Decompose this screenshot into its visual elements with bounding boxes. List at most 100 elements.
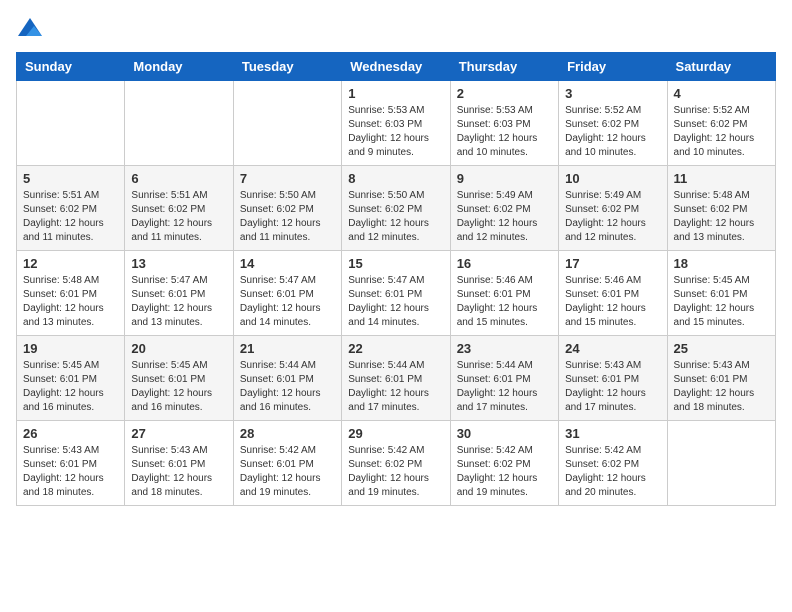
day-number: 11 xyxy=(674,171,769,186)
calendar-cell: 20Sunrise: 5:45 AM Sunset: 6:01 PM Dayli… xyxy=(125,336,233,421)
logo-icon xyxy=(16,16,44,44)
day-info: Sunrise: 5:44 AM Sunset: 6:01 PM Dayligh… xyxy=(348,359,443,415)
day-number: 29 xyxy=(348,426,443,441)
weekday-header-monday: Monday xyxy=(125,53,233,81)
day-info: Sunrise: 5:51 AM Sunset: 6:02 PM Dayligh… xyxy=(131,189,226,245)
day-info: Sunrise: 5:53 AM Sunset: 6:03 PM Dayligh… xyxy=(457,104,552,160)
day-info: Sunrise: 5:43 AM Sunset: 6:01 PM Dayligh… xyxy=(565,359,660,415)
calendar-cell: 15 Sunrise: 5:47 AM Sunset: 6:01 PM Dayli… xyxy=(342,251,450,336)
day-number: 6 xyxy=(131,171,226,186)
day-info: Sunrise: 5:50 AM Sunset: 6:02 PM Dayligh… xyxy=(240,189,335,245)
day-number: 4 xyxy=(674,86,769,101)
day-info: Sunrise: 5:48 AM Sunset: 6:02 PM Dayligh… xyxy=(674,189,769,245)
day-number: 3 xyxy=(565,86,660,101)
day-info: Sunrise: 5:42 AM Sunset: 6:02 PM Dayligh… xyxy=(348,444,443,500)
day-info: Sunrise: 5:47 AM Sunset: 6:01 PM Dayligh… xyxy=(348,274,443,330)
weekday-header-sunday: Sunday xyxy=(17,53,125,81)
day-info: Sunrise: 5:49 AM Sunset: 6:02 PM Dayligh… xyxy=(565,189,660,245)
day-info: Sunrise: 5:47 AM Sunset: 6:01 PM Dayligh… xyxy=(131,274,226,330)
day-number: 7 xyxy=(240,171,335,186)
calendar-cell: 16Sunrise: 5:46 AM Sunset: 6:01 PM Dayli… xyxy=(450,251,558,336)
weekday-header-saturday: Saturday xyxy=(667,53,775,81)
weekday-header-thursday: Thursday xyxy=(450,53,558,81)
calendar-cell: 19 Sunrise: 5:45 AM Sunset: 6:01 PM Dayli… xyxy=(17,336,125,421)
day-number: 8 xyxy=(348,171,443,186)
calendar-cell: 22 Sunrise: 5:44 AM Sunset: 6:01 PM Dayli… xyxy=(342,336,450,421)
day-number: 18 xyxy=(674,256,769,271)
weekday-header-wednesday: Wednesday xyxy=(342,53,450,81)
day-info: Sunrise: 5:50 AM Sunset: 6:02 PM Dayligh… xyxy=(348,189,443,245)
day-number: 15 xyxy=(348,256,443,271)
calendar-cell: 8 Sunrise: 5:50 AM Sunset: 6:02 PM Daylig… xyxy=(342,166,450,251)
calendar-cell: 5 Sunrise: 5:51 AM Sunset: 6:02 PM Daylig… xyxy=(17,166,125,251)
day-number: 12 xyxy=(23,256,118,271)
day-info: Sunrise: 5:45 AM Sunset: 6:01 PM Dayligh… xyxy=(23,359,118,415)
calendar-cell: 23 Sunrise: 5:44 AM Sunset: 6:01 PM Dayli… xyxy=(450,336,558,421)
calendar-cell: 26 Sunrise: 5:43 AM Sunset: 6:01 PM Dayli… xyxy=(17,421,125,506)
day-number: 5 xyxy=(23,171,118,186)
day-number: 30 xyxy=(457,426,552,441)
calendar-cell: 9 Sunrise: 5:49 AM Sunset: 6:02 PM Daylig… xyxy=(450,166,558,251)
day-info: Sunrise: 5:43 AM Sunset: 6:01 PM Dayligh… xyxy=(23,444,118,500)
calendar-cell: 11 Sunrise: 5:48 AM Sunset: 6:02 PM Dayli… xyxy=(667,166,775,251)
day-info: Sunrise: 5:42 AM Sunset: 6:02 PM Dayligh… xyxy=(457,444,552,500)
calendar: SundayMondayTuesdayWednesdayThursdayFrid… xyxy=(16,52,776,506)
day-number: 22 xyxy=(348,341,443,356)
calendar-cell: 14 Sunrise: 5:47 AM Sunset: 6:01 PM Dayli… xyxy=(233,251,341,336)
day-number: 19 xyxy=(23,341,118,356)
calendar-cell: 30 Sunrise: 5:42 AM Sunset: 6:02 PM Dayli… xyxy=(450,421,558,506)
day-number: 17 xyxy=(565,256,660,271)
calendar-cell xyxy=(17,81,125,166)
calendar-cell: 24 Sunrise: 5:43 AM Sunset: 6:01 PM Dayli… xyxy=(559,336,667,421)
day-info: Sunrise: 5:53 AM Sunset: 6:03 PM Dayligh… xyxy=(348,104,443,160)
day-number: 25 xyxy=(674,341,769,356)
day-info: Sunrise: 5:43 AM Sunset: 6:01 PM Dayligh… xyxy=(131,444,226,500)
calendar-cell xyxy=(125,81,233,166)
calendar-cell: 17 Sunrise: 5:46 AM Sunset: 6:01 PM Dayli… xyxy=(559,251,667,336)
calendar-cell: 28 Sunrise: 5:42 AM Sunset: 6:01 PM Dayli… xyxy=(233,421,341,506)
day-number: 24 xyxy=(565,341,660,356)
calendar-cell: 25 Sunrise: 5:43 AM Sunset: 6:01 PM Dayli… xyxy=(667,336,775,421)
day-number: 2 xyxy=(457,86,552,101)
day-number: 31 xyxy=(565,426,660,441)
day-number: 28 xyxy=(240,426,335,441)
calendar-cell: 2 Sunrise: 5:53 AM Sunset: 6:03 PM Daylig… xyxy=(450,81,558,166)
calendar-cell: 6 Sunrise: 5:51 AM Sunset: 6:02 PM Daylig… xyxy=(125,166,233,251)
day-info: Sunrise: 5:45 AM Sunset: 6:01 PM Dayligh… xyxy=(674,274,769,330)
calendar-cell: 10 Sunrise: 5:49 AM Sunset: 6:02 PM Dayli… xyxy=(559,166,667,251)
day-number: 1 xyxy=(348,86,443,101)
day-number: 26 xyxy=(23,426,118,441)
calendar-cell: 13 Sunrise: 5:47 AM Sunset: 6:01 PM Dayli… xyxy=(125,251,233,336)
day-info: Sunrise: 5:44 AM Sunset: 6:01 PM Dayligh… xyxy=(240,359,335,415)
day-info: Sunrise: 5:44 AM Sunset: 6:01 PM Dayligh… xyxy=(457,359,552,415)
day-number: 13 xyxy=(131,256,226,271)
day-info: Sunrise: 5:49 AM Sunset: 6:02 PM Dayligh… xyxy=(457,189,552,245)
day-number: 9 xyxy=(457,171,552,186)
calendar-cell: 1 Sunrise: 5:53 AM Sunset: 6:03 PM Daylig… xyxy=(342,81,450,166)
weekday-header-tuesday: Tuesday xyxy=(233,53,341,81)
day-number: 21 xyxy=(240,341,335,356)
day-info: Sunrise: 5:51 AM Sunset: 6:02 PM Dayligh… xyxy=(23,189,118,245)
calendar-cell: 4Sunrise: 5:52 AM Sunset: 6:02 PM Daylig… xyxy=(667,81,775,166)
calendar-cell: 29 Sunrise: 5:42 AM Sunset: 6:02 PM Dayli… xyxy=(342,421,450,506)
calendar-cell: 31 Sunrise: 5:42 AM Sunset: 6:02 PM Dayli… xyxy=(559,421,667,506)
day-info: Sunrise: 5:46 AM Sunset: 6:01 PM Dayligh… xyxy=(565,274,660,330)
day-number: 23 xyxy=(457,341,552,356)
day-number: 10 xyxy=(565,171,660,186)
day-number: 16 xyxy=(457,256,552,271)
day-number: 20 xyxy=(131,341,226,356)
calendar-cell xyxy=(667,421,775,506)
day-info: Sunrise: 5:48 AM Sunset: 6:01 PM Dayligh… xyxy=(23,274,118,330)
weekday-header-friday: Friday xyxy=(559,53,667,81)
day-info: Sunrise: 5:42 AM Sunset: 6:02 PM Dayligh… xyxy=(565,444,660,500)
day-info: Sunrise: 5:42 AM Sunset: 6:01 PM Dayligh… xyxy=(240,444,335,500)
day-info: Sunrise: 5:43 AM Sunset: 6:01 PM Dayligh… xyxy=(674,359,769,415)
day-info: Sunrise: 5:47 AM Sunset: 6:01 PM Dayligh… xyxy=(240,274,335,330)
calendar-cell: 12 Sunrise: 5:48 AM Sunset: 6:01 PM Dayli… xyxy=(17,251,125,336)
day-info: Sunrise: 5:52 AM Sunset: 6:02 PM Dayligh… xyxy=(565,104,660,160)
day-number: 14 xyxy=(240,256,335,271)
calendar-cell xyxy=(233,81,341,166)
header xyxy=(16,16,776,44)
calendar-cell: 27Sunrise: 5:43 AM Sunset: 6:01 PM Dayli… xyxy=(125,421,233,506)
calendar-cell: 18 Sunrise: 5:45 AM Sunset: 6:01 PM Dayli… xyxy=(667,251,775,336)
